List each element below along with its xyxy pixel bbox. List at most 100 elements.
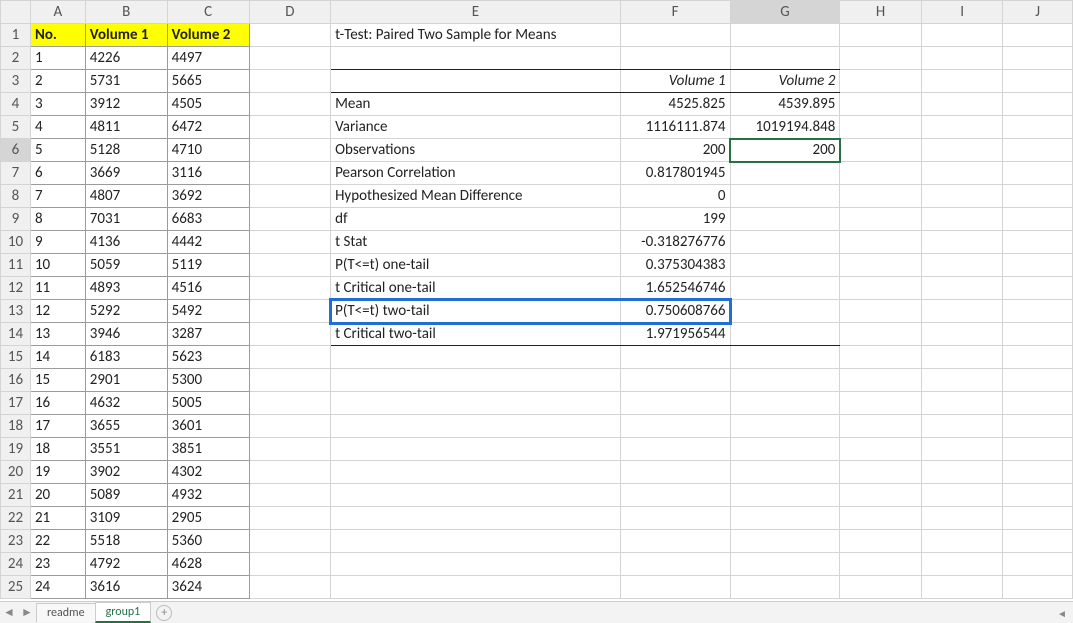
cell-H21[interactable] bbox=[840, 484, 922, 507]
cell-A1[interactable]: No. bbox=[30, 24, 85, 47]
cell-G21[interactable] bbox=[730, 484, 840, 507]
cell-A23[interactable]: 22 bbox=[30, 530, 85, 553]
cell-I20[interactable] bbox=[921, 461, 1002, 484]
row-header-22[interactable]: 22 bbox=[1, 507, 31, 530]
row-header-2[interactable]: 2 bbox=[1, 47, 31, 70]
row-header-21[interactable]: 21 bbox=[1, 484, 31, 507]
cell-F24[interactable] bbox=[620, 553, 730, 576]
cell-I1[interactable] bbox=[921, 24, 1002, 47]
cell-C21[interactable]: 4932 bbox=[167, 484, 249, 507]
cell-D19[interactable] bbox=[249, 438, 331, 461]
cell-G18[interactable] bbox=[730, 415, 840, 438]
cell-H10[interactable] bbox=[840, 231, 922, 254]
cell-C8[interactable]: 3692 bbox=[167, 185, 249, 208]
cell-C20[interactable]: 4302 bbox=[167, 461, 249, 484]
cell-A22[interactable]: 21 bbox=[30, 507, 85, 530]
cell-E18[interactable] bbox=[331, 415, 621, 438]
cell-B21[interactable]: 5089 bbox=[85, 484, 167, 507]
cell-D23[interactable] bbox=[249, 530, 331, 553]
cell-I2[interactable] bbox=[921, 47, 1002, 70]
cell-H23[interactable] bbox=[840, 530, 922, 553]
cell-F13[interactable]: 0.750608766 bbox=[620, 300, 730, 323]
cell-B23[interactable]: 5518 bbox=[85, 530, 167, 553]
cell-H19[interactable] bbox=[840, 438, 922, 461]
cell-I10[interactable] bbox=[921, 231, 1002, 254]
cell-I24[interactable] bbox=[921, 553, 1002, 576]
add-sheet-button[interactable]: + bbox=[156, 605, 172, 621]
cell-B25[interactable]: 3616 bbox=[85, 576, 167, 599]
cell-J15[interactable] bbox=[1003, 346, 1073, 369]
row-header-5[interactable]: 5 bbox=[1, 116, 31, 139]
cell-F6[interactable]: 200 bbox=[620, 139, 730, 162]
cell-E23[interactable] bbox=[331, 530, 621, 553]
cell-J19[interactable] bbox=[1003, 438, 1073, 461]
row-header-1[interactable]: 1 bbox=[1, 24, 31, 47]
cell-J5[interactable] bbox=[1003, 116, 1073, 139]
row-header-9[interactable]: 9 bbox=[1, 208, 31, 231]
cell-F23[interactable] bbox=[620, 530, 730, 553]
cell-F4[interactable]: 4525.825 bbox=[620, 93, 730, 116]
col-header-G[interactable]: G bbox=[730, 1, 840, 24]
col-header-A[interactable]: A bbox=[30, 1, 85, 24]
cell-E7[interactable]: Pearson Correlation bbox=[331, 162, 621, 185]
cell-H7[interactable] bbox=[840, 162, 922, 185]
cell-C5[interactable]: 6472 bbox=[167, 116, 249, 139]
cell-H2[interactable] bbox=[840, 47, 922, 70]
sheet-tab-readme[interactable]: readme bbox=[36, 603, 96, 622]
cell-H1[interactable] bbox=[840, 24, 922, 47]
cell-A20[interactable]: 19 bbox=[30, 461, 85, 484]
cell-F14[interactable]: 1.971956544 bbox=[620, 323, 730, 346]
cell-G16[interactable] bbox=[730, 369, 840, 392]
cell-B8[interactable]: 4807 bbox=[85, 185, 167, 208]
cell-G10[interactable] bbox=[730, 231, 840, 254]
cell-C19[interactable]: 3851 bbox=[167, 438, 249, 461]
cell-J6[interactable] bbox=[1003, 139, 1073, 162]
cell-F25[interactable] bbox=[620, 576, 730, 599]
cell-F7[interactable]: 0.817801945 bbox=[620, 162, 730, 185]
row-header-24[interactable]: 24 bbox=[1, 553, 31, 576]
col-header-J[interactable]: J bbox=[1003, 1, 1073, 24]
cell-D13[interactable] bbox=[249, 300, 331, 323]
cell-B3[interactable]: 5731 bbox=[85, 70, 167, 93]
cell-G11[interactable] bbox=[730, 254, 840, 277]
cell-I12[interactable] bbox=[921, 277, 1002, 300]
cell-I23[interactable] bbox=[921, 530, 1002, 553]
cell-D9[interactable] bbox=[249, 208, 331, 231]
cell-A19[interactable]: 18 bbox=[30, 438, 85, 461]
cell-D24[interactable] bbox=[249, 553, 331, 576]
cell-E1[interactable]: t-Test: Paired Two Sample for Means bbox=[331, 24, 621, 47]
cell-D25[interactable] bbox=[249, 576, 331, 599]
cell-I3[interactable] bbox=[921, 70, 1002, 93]
cell-E3[interactable] bbox=[331, 70, 621, 93]
col-header-F[interactable]: F bbox=[620, 1, 730, 24]
cell-C23[interactable]: 5360 bbox=[167, 530, 249, 553]
cell-H11[interactable] bbox=[840, 254, 922, 277]
cell-B10[interactable]: 4136 bbox=[85, 231, 167, 254]
cell-B19[interactable]: 3551 bbox=[85, 438, 167, 461]
cell-D2[interactable] bbox=[249, 47, 331, 70]
cell-B18[interactable]: 3655 bbox=[85, 415, 167, 438]
cell-A3[interactable]: 2 bbox=[30, 70, 85, 93]
col-header-H[interactable]: H bbox=[840, 1, 922, 24]
cell-C13[interactable]: 5492 bbox=[167, 300, 249, 323]
cell-B9[interactable]: 7031 bbox=[85, 208, 167, 231]
cell-H14[interactable] bbox=[840, 323, 922, 346]
cell-J21[interactable] bbox=[1003, 484, 1073, 507]
cell-E15[interactable] bbox=[331, 346, 621, 369]
cell-H18[interactable] bbox=[840, 415, 922, 438]
cell-G23[interactable] bbox=[730, 530, 840, 553]
cell-A8[interactable]: 7 bbox=[30, 185, 85, 208]
cell-C24[interactable]: 4628 bbox=[167, 553, 249, 576]
cell-B11[interactable]: 5059 bbox=[85, 254, 167, 277]
cell-G20[interactable] bbox=[730, 461, 840, 484]
cell-E2[interactable] bbox=[331, 47, 621, 70]
cell-F18[interactable] bbox=[620, 415, 730, 438]
cell-J16[interactable] bbox=[1003, 369, 1073, 392]
cell-F17[interactable] bbox=[620, 392, 730, 415]
cell-I18[interactable] bbox=[921, 415, 1002, 438]
cell-G13[interactable] bbox=[730, 300, 840, 323]
cell-G2[interactable] bbox=[730, 47, 840, 70]
cell-F19[interactable] bbox=[620, 438, 730, 461]
cell-B15[interactable]: 6183 bbox=[85, 346, 167, 369]
cell-J8[interactable] bbox=[1003, 185, 1073, 208]
